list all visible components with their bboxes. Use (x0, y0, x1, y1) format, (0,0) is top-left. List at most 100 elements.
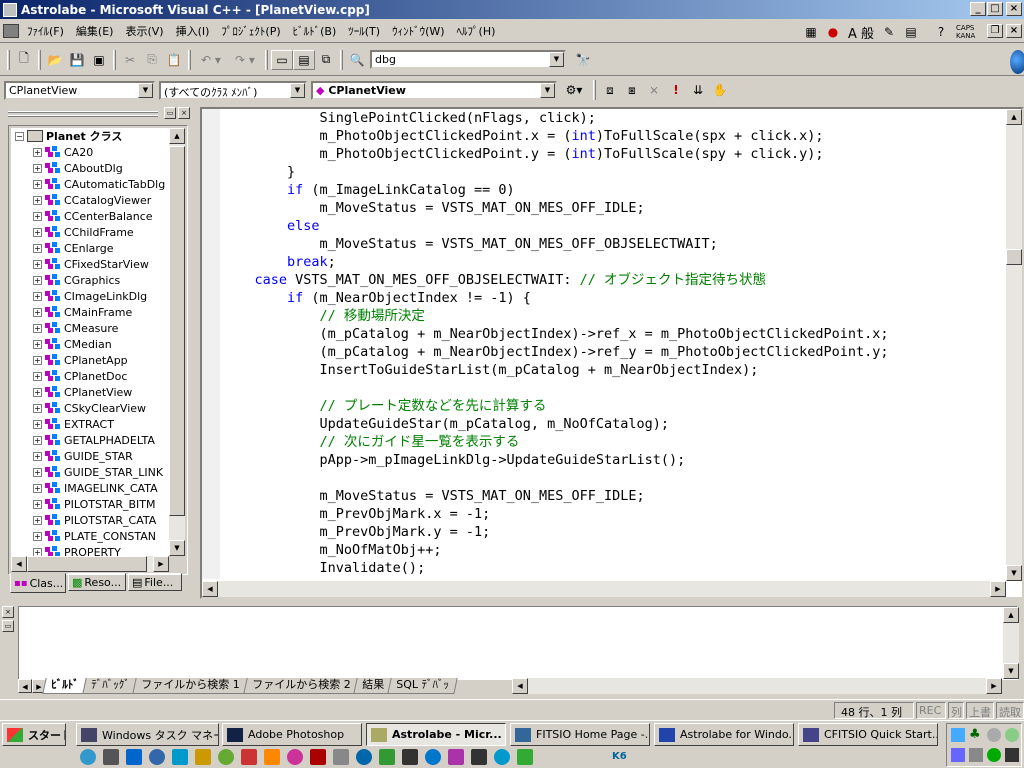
quick-launch-icon[interactable] (517, 749, 533, 765)
expand-icon[interactable]: + (33, 467, 42, 477)
expand-icon[interactable]: + (33, 387, 42, 397)
ime-icon[interactable]: ▦ (800, 22, 822, 42)
taskbar-button[interactable]: Astrolabe for Windo... (654, 723, 794, 746)
tree-tray-icon[interactable]: ♣ (969, 728, 983, 742)
quick-launch-icon[interactable] (356, 749, 372, 765)
expand-icon[interactable]: + (33, 195, 42, 205)
menu-item[interactable]: 表示(V) (119, 23, 169, 39)
menu-item[interactable]: 挿入(I) (170, 23, 216, 39)
quick-launch-icon[interactable] (310, 749, 326, 765)
tab-scroll-left-icon[interactable]: ◀ (18, 679, 32, 693)
quick-launch-icon[interactable] (149, 749, 165, 765)
expand-icon[interactable]: + (33, 243, 42, 253)
tree-root[interactable]: − Planet クラス (11, 128, 169, 144)
pane-grip[interactable] (8, 111, 158, 113)
close-button[interactable]: × (1006, 2, 1022, 16)
code-line[interactable]: m_PrevObjMark.x = -1; (222, 505, 1006, 523)
scroll-left-icon[interactable]: ◀ (11, 556, 27, 572)
chevron-down-icon[interactable]: ▼ (549, 52, 564, 67)
menu-item[interactable]: 編集(E) (70, 23, 120, 39)
output-toggle-icon[interactable]: ▤ (293, 49, 315, 70)
code-line[interactable] (222, 469, 1006, 487)
expand-icon[interactable]: + (33, 419, 42, 429)
class-tree-item[interactable]: + CAutomaticTabDlg (11, 176, 169, 192)
doc-close-button[interactable]: × (1006, 24, 1022, 38)
class-tree-item[interactable]: + CFixedStarView (11, 256, 169, 272)
menu-item[interactable]: ﾂｰﾙ(T) (342, 23, 386, 39)
minimize-button[interactable]: _ (970, 2, 986, 16)
taskbar-button[interactable]: FITSIO Home Page -... (510, 723, 650, 746)
tab-classview[interactable]: ▪▪ Clas... (10, 573, 66, 593)
misc-tray-icon[interactable] (1005, 748, 1019, 762)
editor-hscrollbar[interactable]: ◀ ▶ (202, 581, 1006, 597)
expand-icon[interactable]: + (33, 435, 42, 445)
class-tree-item[interactable]: + CPlanetApp (11, 352, 169, 368)
start-button[interactable]: スタート (2, 723, 66, 746)
expand-icon[interactable]: + (33, 339, 42, 349)
find-in-files-icon[interactable]: 🔍 (346, 50, 368, 70)
scroll-left-icon[interactable]: ◀ (202, 581, 218, 597)
code-editor[interactable]: SinglePointClicked(nFlags, click); m_Pho… (200, 107, 1024, 599)
quick-launch-icon[interactable] (379, 749, 395, 765)
menu-item[interactable]: ﾍﾙﾌﾟ(H) (451, 23, 502, 39)
class-tree-item[interactable]: + CMedian (11, 336, 169, 352)
breakpoint-hand-icon[interactable]: ✋ (709, 80, 731, 100)
save-icon[interactable]: 💾 (66, 50, 88, 70)
ime-kanji-label[interactable]: A 般 (848, 23, 874, 42)
save-all-icon[interactable]: ▣ (88, 50, 110, 70)
app-icon[interactable] (3, 2, 17, 17)
title-bar[interactable]: Astrolabe - Microsoft Visual C++ - [Plan… (0, 0, 1024, 19)
quick-launch-icon[interactable] (425, 749, 441, 765)
class-tree-item[interactable]: + CMeasure (11, 320, 169, 336)
code-line[interactable]: (m_pCatalog + m_NearObjectIndex)->ref_y … (222, 343, 1006, 361)
menu-item[interactable]: ｳｨﾝﾄﾞｳ(W) (386, 23, 450, 39)
class-tree-hscrollbar[interactable]: ◀ ▶ (11, 556, 169, 572)
class-tree-item[interactable]: + PROPERTY (11, 544, 169, 556)
collapse-icon[interactable]: − (15, 131, 24, 141)
scroll-down-icon[interactable]: ▼ (1003, 663, 1019, 679)
class-tree-item[interactable]: + CPlanetDoc (11, 368, 169, 384)
code-line[interactable]: pApp->m_pImageLinkDlg->UpdateGuideStarLi… (222, 451, 1006, 469)
quick-launch-icon[interactable] (264, 749, 280, 765)
quick-launch-icon[interactable] (103, 749, 119, 765)
class-tree-item[interactable]: + CCatalogViewer (11, 192, 169, 208)
code-line[interactable]: m_NoOfMatObj++; (222, 541, 1006, 559)
go-icon[interactable]: ⇊ (687, 80, 709, 100)
menu-item[interactable]: ﾌﾟﾛｼﾞｪｸﾄ(P) (215, 23, 286, 39)
menu-item[interactable]: ﾋﾞﾙﾄﾞ(B) (287, 23, 343, 39)
code-line[interactable]: // 移動場所決定 (222, 307, 1006, 325)
code-text[interactable]: SinglePointClicked(nFlags, click); m_Pho… (222, 109, 1006, 579)
scroll-left-icon[interactable]: ◀ (512, 678, 528, 694)
new-text-file-icon[interactable]: 🗋 (13, 50, 35, 70)
filter-combo[interactable]: (すべてのｸﾗｽ ﾒﾝﾊﾞ) ▼ (159, 80, 307, 100)
tab-fileview[interactable]: ▤ File... (128, 573, 182, 591)
class-tree-item[interactable]: + CPlanetView (11, 384, 169, 400)
tab-resourceview[interactable]: ▩ Reso... (68, 573, 126, 591)
class-tree-item[interactable]: + GETALPHADELTA (11, 432, 169, 448)
class-tree-item[interactable]: + CImageLinkDlg (11, 288, 169, 304)
output-text[interactable]: ▲ ▼ (18, 606, 1019, 680)
class-tree-item[interactable]: + CChildFrame (11, 224, 169, 240)
code-line[interactable]: m_PrevObjMark.y = -1; (222, 523, 1006, 541)
class-tree-item[interactable]: + PILOTSTAR_BITM (11, 496, 169, 512)
scroll-down-icon[interactable]: ▼ (1006, 565, 1022, 581)
execute-icon[interactable]: ! (665, 80, 687, 100)
workspace-toggle-icon[interactable]: ▭ (271, 49, 293, 70)
expand-icon[interactable]: + (33, 323, 42, 333)
expand-icon[interactable]: + (33, 483, 42, 493)
taskbar-button[interactable]: Adobe Photoshop (222, 723, 362, 746)
settings-tray-icon[interactable] (987, 728, 1001, 742)
code-line[interactable]: // プレート定数などを先に計算する (222, 397, 1006, 415)
output-tab[interactable]: ファイルから検索 2 (242, 678, 359, 694)
display-tray-icon[interactable] (951, 748, 965, 762)
expand-icon[interactable]: + (33, 531, 42, 541)
code-line[interactable]: (m_pCatalog + m_NearObjectIndex)->ref_x … (222, 325, 1006, 343)
taskbar-button[interactable]: Windows タスク マネー... (76, 723, 219, 746)
ime-pad-icon[interactable]: ▤ (900, 22, 922, 42)
code-line[interactable]: } (222, 577, 1006, 579)
code-line[interactable]: m_MoveStatus = VSTS_MAT_ON_MES_OFF_IDLE; (222, 487, 1006, 505)
code-line[interactable]: m_MoveStatus = VSTS_MAT_ON_MES_OFF_IDLE; (222, 199, 1006, 217)
chevron-down-icon[interactable]: ▼ (540, 82, 555, 98)
cut-icon[interactable]: ✂ (119, 50, 141, 70)
toolbar-grip[interactable] (7, 49, 10, 70)
